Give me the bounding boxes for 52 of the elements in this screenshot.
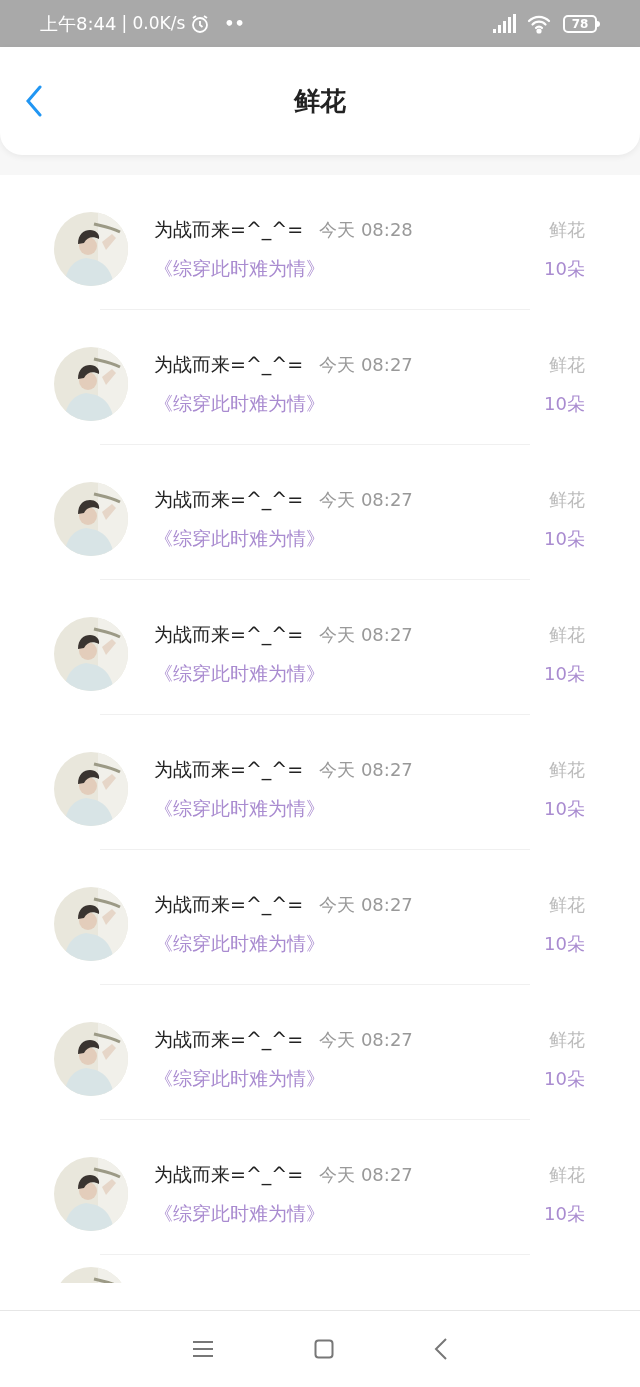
user-name: 为战而来=^_^=	[154, 487, 304, 513]
battery-icon: 78	[563, 14, 597, 33]
page-title: 鲜花	[294, 84, 346, 118]
user-name: 为战而来=^_^=	[154, 352, 304, 378]
wifi-icon	[527, 13, 551, 34]
alarm-icon	[190, 13, 211, 34]
gift-label: 鲜花	[549, 1162, 585, 1187]
gift-label: 鲜花	[549, 622, 585, 647]
gift-label: 鲜花	[549, 757, 585, 782]
book-title[interactable]: 《综穿此时难为情》	[154, 523, 325, 552]
signal-icon	[491, 12, 517, 35]
back-icon[interactable]	[24, 85, 44, 117]
user-name: 为战而来=^_^=	[154, 622, 304, 648]
timestamp: 今天 08:27	[319, 758, 413, 782]
timestamp: 今天 08:28	[319, 218, 413, 242]
timestamp: 今天 08:27	[319, 353, 413, 377]
home-icon[interactable]	[314, 1339, 334, 1359]
gift-amount: 10朵	[544, 796, 585, 821]
back-icon[interactable]	[434, 1338, 448, 1360]
menu-icon[interactable]	[192, 1340, 214, 1358]
user-name: 为战而来=^_^=	[154, 892, 304, 918]
timestamp: 今天 08:27	[319, 623, 413, 647]
book-title[interactable]: 《综穿此时难为情》	[154, 1198, 325, 1227]
gift-label: 鲜花	[549, 352, 585, 377]
gift-amount: 10朵	[544, 931, 585, 956]
book-title[interactable]: 《综穿此时难为情》	[154, 928, 325, 957]
status-time: 上午8:44	[40, 12, 117, 36]
user-name: 为战而来=^_^=	[154, 217, 304, 243]
book-title[interactable]: 《综穿此时难为情》	[154, 793, 325, 822]
book-title[interactable]: 《综穿此时难为情》	[154, 658, 325, 687]
gift-amount: 10朵	[544, 661, 585, 686]
gift-amount: 10朵	[544, 391, 585, 416]
gift-label: 鲜花	[549, 1027, 585, 1052]
timestamp: 今天 08:27	[319, 893, 413, 917]
book-title[interactable]: 《综穿此时难为情》	[154, 253, 325, 282]
book-title[interactable]: 《综穿此时难为情》	[154, 388, 325, 417]
timestamp: 今天 08:27	[319, 1028, 413, 1052]
timestamp: 今天 08:27	[319, 488, 413, 512]
book-title[interactable]: 《综穿此时难为情》	[154, 1063, 325, 1092]
gift-amount: 10朵	[544, 1201, 585, 1226]
gift-label: 鲜花	[549, 487, 585, 512]
user-name: 为战而来=^_^=	[154, 1162, 304, 1188]
gift-amount: 10朵	[544, 1066, 585, 1091]
notification-dots: ••	[224, 12, 245, 35]
user-name: 为战而来=^_^=	[154, 757, 304, 783]
user-name: 为战而来=^_^=	[154, 1027, 304, 1053]
gift-amount: 10朵	[544, 256, 585, 281]
gift-label: 鲜花	[549, 217, 585, 242]
timestamp: 今天 08:27	[319, 1163, 413, 1187]
network-speed: | 0.0K/s	[121, 11, 186, 35]
gift-amount: 10朵	[544, 526, 585, 551]
gift-label: 鲜花	[549, 892, 585, 917]
